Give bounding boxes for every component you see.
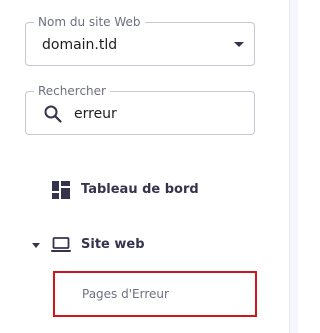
sidebar: Nom du site Web domain.tld Rechercher er…: [0, 0, 290, 333]
expand-caret-icon[interactable]: [32, 243, 40, 248]
search-input[interactable]: erreur: [74, 105, 117, 123]
sidebar-divider: [289, 0, 298, 333]
sidebar-item-website[interactable]: Site web: [0, 231, 270, 259]
sidebar-subitem-label: Pages d'Erreur: [82, 287, 169, 301]
search-label: Rechercher: [34, 83, 110, 99]
laptop-icon: [51, 237, 71, 252]
website-select-label: Nom du site Web: [34, 14, 145, 30]
sidebar-item-label: Site web: [81, 237, 145, 252]
sidebar-item-label: Tableau de bord: [81, 182, 199, 197]
website-select[interactable]: Nom du site Web domain.tld: [25, 14, 255, 66]
sidebar-item-dashboard[interactable]: Tableau de bord: [0, 176, 270, 204]
chevron-down-icon[interactable]: [234, 42, 244, 47]
sidebar-subitem-error-pages[interactable]: Pages d'Erreur: [53, 271, 257, 317]
search-field[interactable]: Rechercher erreur: [25, 83, 255, 135]
dashboard-grid-icon: [52, 181, 70, 199]
website-select-value: domain.tld: [42, 37, 118, 53]
search-icon: [44, 105, 62, 123]
